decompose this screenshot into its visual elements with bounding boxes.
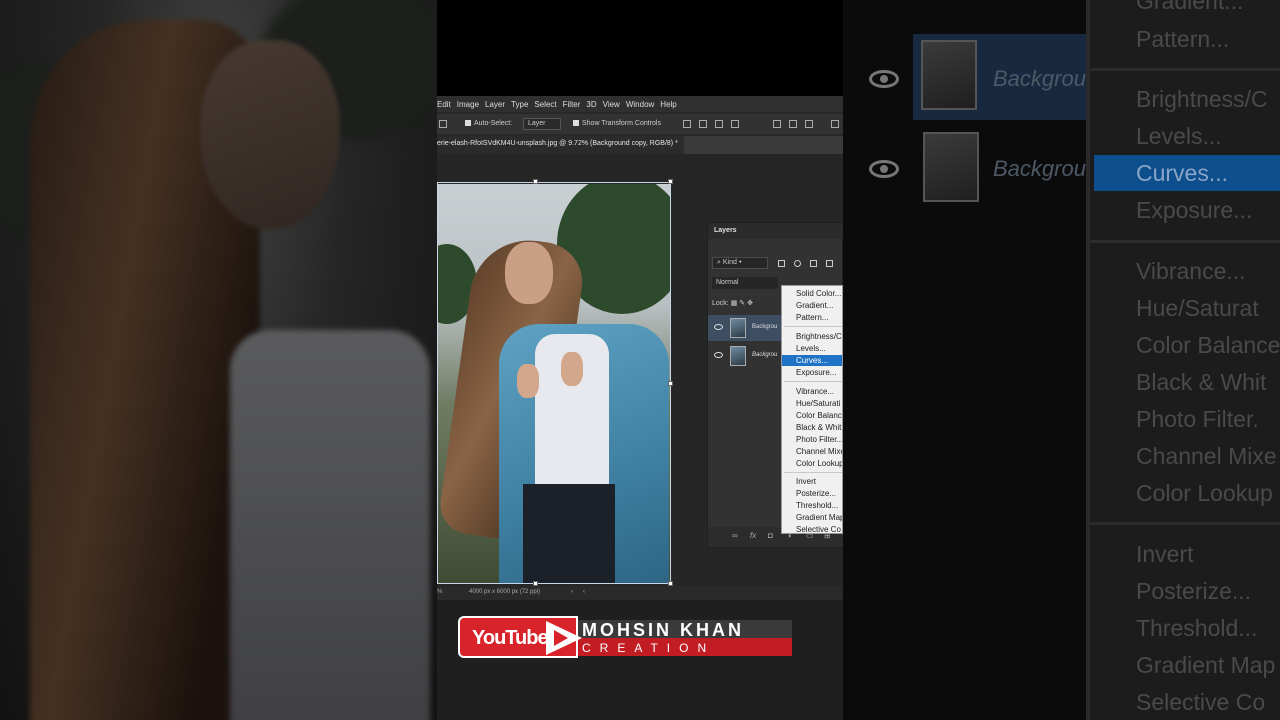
menu-item-solid-color[interactable]: Solid Color... [782, 288, 842, 299]
channel-subtitle: CREATION [582, 641, 716, 655]
menu-item-black-white[interactable]: Black & Whit [782, 422, 842, 433]
photoshop-recording: Edit Image Layer Type Select Filter 3D V… [437, 0, 843, 720]
status-scroll-icon[interactable]: ‹ [583, 589, 585, 595]
layer-thumbnail [730, 346, 746, 366]
align-right-icon[interactable] [715, 120, 723, 128]
document-info: 4000 px x 6000 px (72 ppi) [469, 589, 541, 595]
move-tool-icon[interactable] [439, 120, 447, 128]
menu-item-channel-mixer[interactable]: Channel Mixe [782, 446, 842, 457]
shape-filter-icon[interactable] [826, 260, 833, 267]
menu-item-invert[interactable]: Invert [782, 476, 842, 487]
menu-item-hue-saturation[interactable]: Hue/Saturati [782, 398, 842, 409]
distribute-bottom-icon[interactable] [805, 120, 813, 128]
adjustment-layer-menu: Solid Color... Gradient... Pattern... Br… [781, 285, 843, 534]
lock-pixels-icon[interactable]: ▦ [731, 300, 738, 307]
transform-handle-top-right[interactable] [668, 179, 673, 184]
menu-item-curves[interactable]: Curves... [782, 355, 842, 366]
menu-select[interactable]: Select [534, 100, 556, 109]
distribute-middle-icon[interactable] [789, 120, 797, 128]
menu-bar: Edit Image Layer Type Select Filter 3D V… [437, 96, 843, 112]
menu-item-gradient-map[interactable]: Gradient Map [782, 512, 842, 523]
transform-bounding-box[interactable] [437, 182, 671, 584]
adjustment-filter-icon[interactable] [794, 260, 801, 267]
menu-item-posterize[interactable]: Posterize... [782, 488, 842, 499]
add-mask-icon[interactable]: ◘ [768, 531, 773, 540]
zoom-level[interactable]: % [437, 589, 442, 595]
transform-handle-top[interactable] [533, 179, 538, 184]
blend-mode-dropdown[interactable]: Normal [712, 277, 778, 289]
menu-item-brightness-contrast[interactable]: Brightness/C [782, 331, 842, 342]
menu-item-pattern[interactable]: Pattern... [782, 312, 842, 323]
layer-kind-filter[interactable]: ⌕ Kind ▾ [712, 257, 768, 269]
menu-help[interactable]: Help [660, 100, 676, 109]
layer-style-button[interactable]: fx [750, 531, 756, 540]
layer-name: Backgrou [752, 324, 778, 330]
menu-window[interactable]: Window [626, 100, 654, 109]
lock-position-icon[interactable]: ✥ [747, 300, 753, 307]
menu-item-exposure[interactable]: Exposure... [782, 367, 842, 378]
zoomed-background-right: Backgrou Backgrou Gradient... Pattern...… [843, 0, 1280, 720]
distribute-more-icon[interactable] [831, 120, 839, 128]
menu-view[interactable]: View [603, 100, 620, 109]
menu-filter[interactable]: Filter [563, 100, 581, 109]
channel-name: MOHSIN KHAN [582, 620, 744, 640]
type-filter-icon[interactable] [810, 260, 817, 267]
menu-edit[interactable]: Edit [437, 100, 451, 109]
visibility-eye-icon[interactable] [714, 324, 723, 330]
canvas-area[interactable]: Layers ⌕ Kind ▾ Normal Lock: ▦ ✎ ✥ Backg… [437, 154, 843, 586]
menu-item-color-balance[interactable]: Color Balanc [782, 410, 842, 421]
align-left-icon[interactable] [683, 120, 691, 128]
layer-name: Backgrou [752, 352, 778, 358]
align-center-icon[interactable] [699, 120, 707, 128]
status-bar: % 4000 px x 6000 px (72 ppi) › ‹ [437, 586, 843, 600]
video-frame: Backgrou Backgrou Gradient... Pattern...… [0, 0, 1280, 720]
distribute-top-icon[interactable] [773, 120, 781, 128]
transform-handle-right[interactable] [668, 381, 673, 386]
menu-image[interactable]: Image [457, 100, 479, 109]
align-top-icon[interactable] [731, 120, 739, 128]
menu-item-levels[interactable]: Levels... [782, 343, 842, 354]
lock-paint-icon[interactable]: ✎ [739, 300, 745, 307]
show-transform-controls-checkbox[interactable]: Show Transform Controls [573, 120, 661, 127]
status-expand-icon[interactable]: › [571, 589, 573, 595]
menu-item-photo-filter[interactable]: Photo Filter... [782, 434, 842, 445]
blurred-background-left [0, 0, 437, 720]
menu-item-selective-color[interactable]: Selective Co [782, 524, 842, 533]
channel-watermark: YouTube MOHSIN KHAN CREATION [458, 616, 792, 662]
link-layers-icon[interactable]: ∞ [732, 531, 738, 540]
menu-layer[interactable]: Layer [485, 100, 505, 109]
auto-select-checkbox[interactable]: Auto-Select: [465, 120, 512, 127]
menu-item-threshold[interactable]: Threshold... [782, 500, 842, 511]
options-bar: Auto-Select: Layer Show Transform Contro… [437, 114, 843, 134]
document-tab-bar: erie-elash-RfoISVdKM4U-unsplash.jpg @ 9.… [437, 136, 843, 154]
menu-item-color-lookup[interactable]: Color Lookup [782, 458, 842, 469]
photoshop-window: Edit Image Layer Type Select Filter 3D V… [437, 96, 843, 600]
auto-select-target-dropdown[interactable]: Layer [523, 118, 561, 130]
menu-3d[interactable]: 3D [586, 100, 596, 109]
zoomed-adjustment-menu: Gradient... Pattern... Brightness/C Leve… [1086, 0, 1280, 720]
document-tab[interactable]: erie-elash-RfoISVdKM4U-unsplash.jpg @ 9.… [437, 136, 684, 154]
visibility-eye-icon[interactable] [714, 352, 723, 358]
layers-panel-title: Layers [708, 223, 843, 239]
menu-item-vibrance[interactable]: Vibrance... [782, 386, 842, 397]
menu-item-gradient[interactable]: Gradient... [782, 300, 842, 311]
menu-type[interactable]: Type [511, 100, 528, 109]
layer-thumbnail [730, 318, 746, 338]
pixel-filter-icon[interactable] [778, 260, 785, 267]
